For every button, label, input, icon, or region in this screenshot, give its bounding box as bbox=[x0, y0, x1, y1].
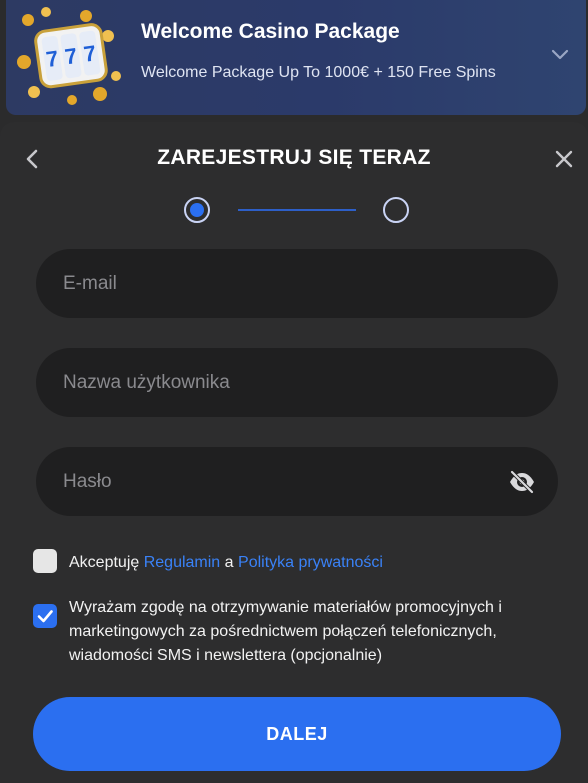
username-field[interactable] bbox=[36, 348, 558, 417]
privacy-policy-link[interactable]: Polityka prywatności bbox=[238, 554, 383, 571]
username-field-wrapper bbox=[36, 348, 558, 417]
checkmark-icon bbox=[37, 610, 53, 623]
step-indicator-2 bbox=[383, 197, 409, 223]
next-button[interactable]: DALEJ bbox=[33, 697, 561, 771]
slot-machine-777-icon: 7 7 7 bbox=[17, 7, 121, 105]
close-button[interactable] bbox=[554, 149, 574, 169]
banner-subtitle: Welcome Package Up To 1000€ + 150 Free S… bbox=[141, 64, 496, 81]
eye-off-icon[interactable] bbox=[508, 470, 536, 494]
email-field-wrapper bbox=[36, 249, 558, 318]
terms-label: Akceptuję Regulamin a Polityka prywatnoś… bbox=[69, 551, 383, 575]
marketing-consent-label: Wyrażam zgodę na otrzymywanie materiałów… bbox=[69, 599, 502, 664]
chevron-down-icon[interactable] bbox=[550, 44, 570, 64]
close-icon bbox=[555, 150, 573, 168]
email-field[interactable] bbox=[36, 249, 558, 318]
password-field[interactable] bbox=[36, 447, 558, 516]
marketing-consent-checkbox[interactable] bbox=[33, 604, 57, 628]
banner-title: Welcome Casino Package bbox=[141, 20, 400, 43]
terms-prefix: Akceptuję bbox=[69, 554, 140, 571]
step-indicator-1-active bbox=[184, 197, 210, 223]
promo-banner[interactable]: 7 7 7 Welcome Casino Package Welcome Pac… bbox=[6, 0, 586, 115]
modal-title: ZAREJESTRUJ SIĘ TERAZ bbox=[157, 146, 431, 169]
terms-middle: a bbox=[224, 554, 234, 571]
terms-link[interactable]: Regulamin bbox=[144, 554, 220, 571]
step-connector bbox=[238, 209, 356, 211]
terms-checkbox[interactable] bbox=[33, 549, 57, 573]
password-field-wrapper bbox=[36, 447, 558, 516]
